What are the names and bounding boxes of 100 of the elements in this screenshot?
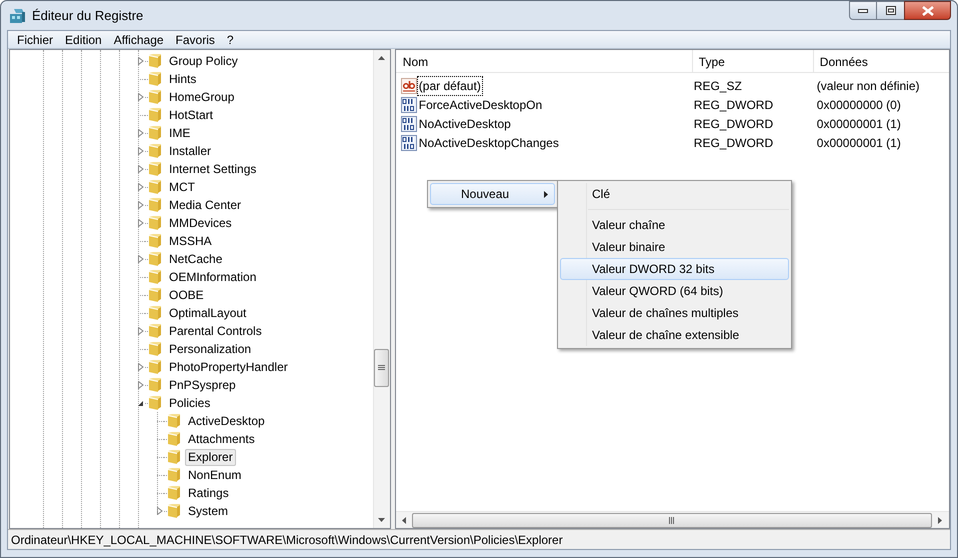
- window-title: Éditeur du Registre: [32, 6, 144, 25]
- column-header[interactable]: Type: [692, 50, 814, 73]
- tree-item[interactable]: PhotoPropertyHandler: [166, 358, 291, 376]
- tree-item[interactable]: IME: [166, 124, 194, 142]
- scroll-down-icon[interactable]: [378, 518, 386, 522]
- folder-icon: [148, 269, 162, 285]
- value-data: 0x00000001 (1): [816, 116, 902, 132]
- menu-item[interactable]: Valeur binaire: [560, 236, 789, 258]
- menu-item[interactable]: Valeur de chaînes multiples: [560, 302, 789, 324]
- menu-item[interactable]: Affichage: [108, 30, 170, 48]
- minimize-icon: [858, 8, 868, 12]
- folder-icon: [148, 107, 162, 123]
- tree-item[interactable]: MCT: [166, 178, 198, 196]
- menu-item[interactable]: Valeur DWORD 32 bits: [560, 258, 789, 280]
- menu-item[interactable]: Valeur chaîne: [560, 214, 789, 236]
- expand-arrow-icon[interactable]: [136, 219, 144, 227]
- folder-icon: [148, 287, 162, 303]
- close-icon: [922, 6, 934, 16]
- tree-item[interactable]: MSSHA: [166, 232, 215, 250]
- tree-item[interactable]: ActiveDesktop: [185, 412, 268, 430]
- tree-item[interactable]: System: [185, 502, 232, 520]
- status-path: Ordinateur\HKEY_LOCAL_MACHINE\SOFTWARE\Microsoft\Windows\CurrentVersion\Policies\Explorer: [11, 532, 563, 548]
- value-name[interactable]: (par défaut): [418, 76, 482, 94]
- scroll-left-icon[interactable]: [402, 516, 406, 524]
- tree-item[interactable]: Personalization: [166, 340, 254, 358]
- tree-item[interactable]: PnPSysprep: [166, 376, 239, 394]
- value-name[interactable]: NoActiveDesktop: [418, 114, 512, 132]
- tree-item[interactable]: NetCache: [166, 250, 226, 268]
- expand-arrow-icon[interactable]: [136, 183, 144, 191]
- expand-arrow-icon[interactable]: [136, 93, 144, 101]
- binary-value-icon: [400, 96, 417, 112]
- string-value-icon: [400, 78, 417, 94]
- collapse-arrow-icon[interactable]: [136, 400, 144, 406]
- tree-item[interactable]: Group Policy: [166, 52, 241, 70]
- value-type: REG_DWORD: [692, 134, 774, 152]
- folder-icon: [167, 413, 181, 429]
- expand-arrow-icon[interactable]: [136, 147, 144, 155]
- tree-item[interactable]: Internet Settings: [166, 160, 260, 178]
- tree-item[interactable]: Hints: [166, 70, 200, 88]
- tree-item[interactable]: Installer: [166, 142, 214, 160]
- close-button[interactable]: [904, 1, 951, 20]
- folder-icon: [167, 431, 181, 447]
- menu-item[interactable]: Fichier: [11, 30, 60, 48]
- tree-item[interactable]: Ratings: [185, 484, 232, 502]
- folder-icon: [148, 323, 162, 339]
- scroll-thumb[interactable]: [374, 349, 390, 387]
- expand-arrow-icon[interactable]: [136, 363, 144, 371]
- folder-icon: [167, 467, 181, 483]
- restore-icon: [886, 6, 896, 15]
- scroll-right-icon[interactable]: [938, 516, 942, 524]
- horizontal-scrollbar[interactable]: [396, 511, 949, 528]
- tree-item[interactable]: HomeGroup: [166, 88, 238, 106]
- column-header[interactable]: Nom: [396, 50, 693, 73]
- expand-arrow-icon[interactable]: [136, 57, 144, 65]
- expand-arrow-icon[interactable]: [136, 327, 144, 335]
- expand-arrow-icon[interactable]: [136, 165, 144, 173]
- menu-item[interactable]: Clé: [560, 183, 789, 205]
- tree-item[interactable]: NonEnum: [185, 466, 244, 484]
- folder-icon: [148, 179, 162, 195]
- grip-icon: [378, 365, 386, 371]
- value-name[interactable]: NoActiveDesktopChanges: [418, 134, 560, 152]
- tree-item[interactable]: Parental Controls: [166, 322, 265, 340]
- vertical-scrollbar[interactable]: [372, 50, 390, 528]
- folder-icon: [148, 161, 162, 177]
- expand-arrow-icon[interactable]: [136, 129, 144, 137]
- value-data: 0x00000000 (0): [816, 96, 902, 114]
- column-header[interactable]: Données: [814, 50, 949, 73]
- menu-item[interactable]: Valeur de chaîne extensible: [560, 324, 789, 346]
- folder-icon: [148, 251, 162, 267]
- tree-item[interactable]: Policies: [166, 394, 214, 412]
- folder-icon: [148, 359, 162, 375]
- tree-item[interactable]: Attachments: [185, 430, 258, 448]
- menu-item[interactable]: Favoris: [170, 30, 221, 48]
- registry-icon: [8, 6, 26, 24]
- tree-item[interactable]: MMDevices: [166, 214, 235, 232]
- minimize-button[interactable]: [849, 1, 877, 20]
- value-data: (valeur non définie): [816, 78, 921, 94]
- tree-item[interactable]: HotStart: [166, 106, 216, 124]
- menu-item[interactable]: ?: [220, 30, 240, 48]
- binary-value-icon: [400, 116, 417, 132]
- value-type: REG_DWORD: [692, 96, 774, 114]
- menu-item[interactable]: Valeur QWORD (64 bits): [560, 280, 789, 302]
- tree-item[interactable]: OEMInformation: [166, 268, 260, 286]
- value-name[interactable]: ForceActiveDesktopOn: [418, 96, 544, 114]
- expand-arrow-icon[interactable]: [136, 201, 144, 209]
- folder-icon: [148, 71, 162, 87]
- tree-item[interactable]: OOBE: [166, 286, 207, 304]
- maximize-button[interactable]: [877, 1, 904, 20]
- expand-arrow-icon[interactable]: [136, 381, 144, 389]
- scroll-up-icon[interactable]: [378, 56, 386, 60]
- tree-item[interactable]: Media Center: [166, 196, 244, 214]
- menu-item[interactable]: Edition: [59, 30, 108, 48]
- expand-arrow-icon[interactable]: [136, 255, 144, 263]
- menu-item[interactable]: Nouveau: [430, 183, 555, 205]
- tree-item[interactable]: OptimalLayout: [166, 304, 250, 322]
- tree-item[interactable]: Explorer: [185, 448, 236, 466]
- scroll-thumb[interactable]: [412, 512, 932, 528]
- value-data: 0x00000001 (1): [816, 134, 902, 152]
- expand-arrow-icon[interactable]: [156, 507, 162, 515]
- folder-icon: [148, 197, 162, 213]
